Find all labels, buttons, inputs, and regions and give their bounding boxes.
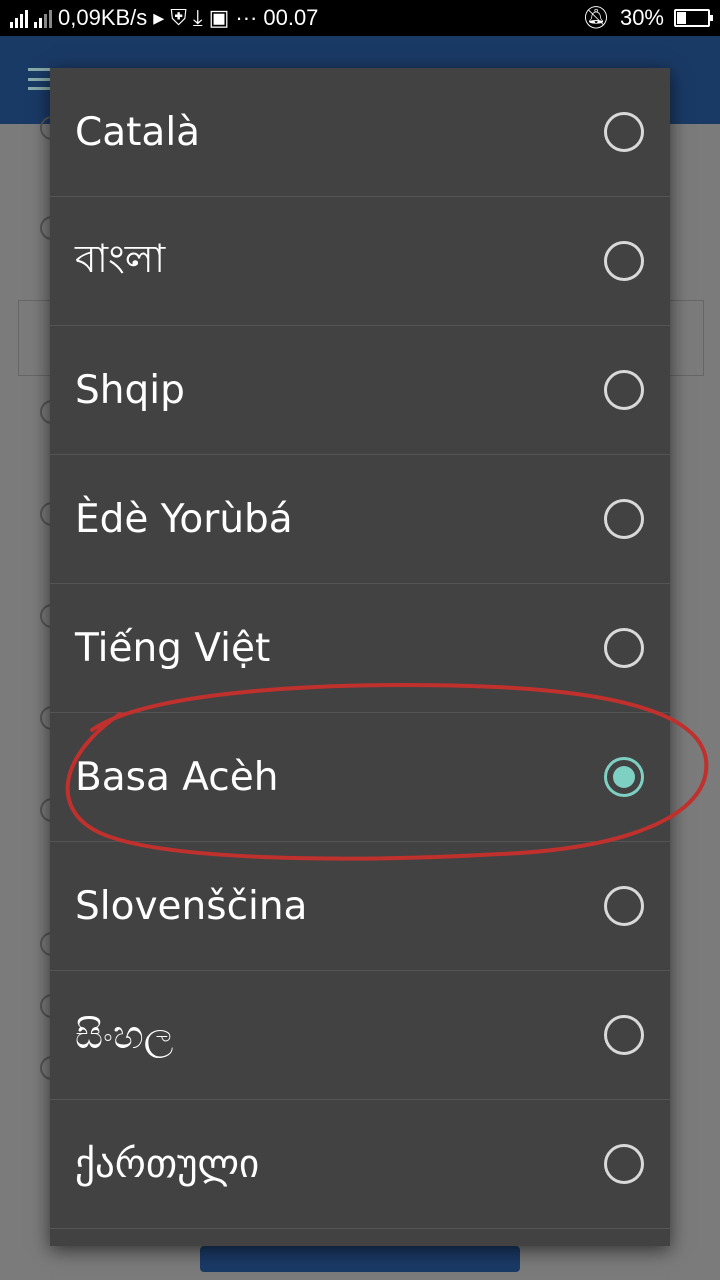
battery-percent: 30% [619, 5, 664, 30]
language-option[interactable]: Tiếng Việt [50, 584, 670, 713]
status-right-group: 🔕︎ 30% [582, 5, 713, 31]
language-option[interactable]: Català [50, 68, 670, 197]
language-option[interactable]: Shqip [50, 326, 670, 455]
radio-button[interactable] [604, 628, 644, 668]
clock: 00.07 [263, 5, 319, 30]
language-option[interactable]: Èdè Yorùbá [50, 455, 670, 584]
radio-button[interactable] [604, 886, 644, 926]
language-dialog: Català বাংলা Shqip Èdè Yorùbá Tiếng Việt Basa… [50, 68, 670, 1246]
blackberry-notification-icon: ▸ [153, 5, 165, 30]
language-option[interactable]: বাংলা [50, 197, 670, 326]
language-option-label: Català [75, 109, 201, 155]
language-option-label: Tiếng Việt [75, 625, 271, 671]
language-option[interactable]: Slovenščina [50, 842, 670, 971]
language-option[interactable]: Basa Acèh [50, 713, 670, 842]
shield-icon: ⛨ [170, 5, 187, 30]
status-bar: 0,09KB/s ▸ ⛨ ⤓ ▣ ··· 00.07 🔕︎ 30% [0, 0, 720, 36]
radio-button[interactable] [604, 499, 644, 539]
language-option[interactable]: ქართული [50, 1100, 670, 1229]
battery-fill [677, 12, 686, 24]
language-option-label: বাংলা [75, 236, 166, 282]
download-icon: ⤓ [192, 5, 203, 30]
language-option-label: Èdè Yorùbá [75, 496, 293, 542]
language-option-label: Slovenščina [75, 883, 308, 929]
radio-button[interactable] [604, 112, 644, 152]
radio-button[interactable] [604, 1015, 644, 1055]
language-option[interactable]: සිංහල [50, 971, 670, 1100]
more-notifications-icon: ··· [235, 5, 258, 30]
status-left-group: 0,09KB/s ▸ ⛨ ⤓ ▣ ··· 00.07 [10, 5, 318, 31]
background-button [200, 1246, 520, 1272]
signal-strength-icon [10, 8, 28, 28]
battery-icon [674, 9, 713, 27]
signal-strength-2-icon [34, 8, 52, 28]
chat-icon: ▣ [208, 5, 230, 30]
radio-button-selected[interactable] [604, 757, 644, 797]
radio-button[interactable] [604, 1144, 644, 1184]
radio-button[interactable] [604, 370, 644, 410]
network-speed: 0,09KB/s [58, 5, 148, 30]
language-option-label: ქართული [75, 1141, 260, 1187]
silent-bell-icon: 🔕︎ [582, 5, 610, 30]
language-option-label: සිංහල [75, 1012, 174, 1058]
language-option-label: Basa Acèh [75, 754, 279, 800]
language-option-label: Shqip [75, 367, 185, 413]
radio-button[interactable] [604, 241, 644, 281]
